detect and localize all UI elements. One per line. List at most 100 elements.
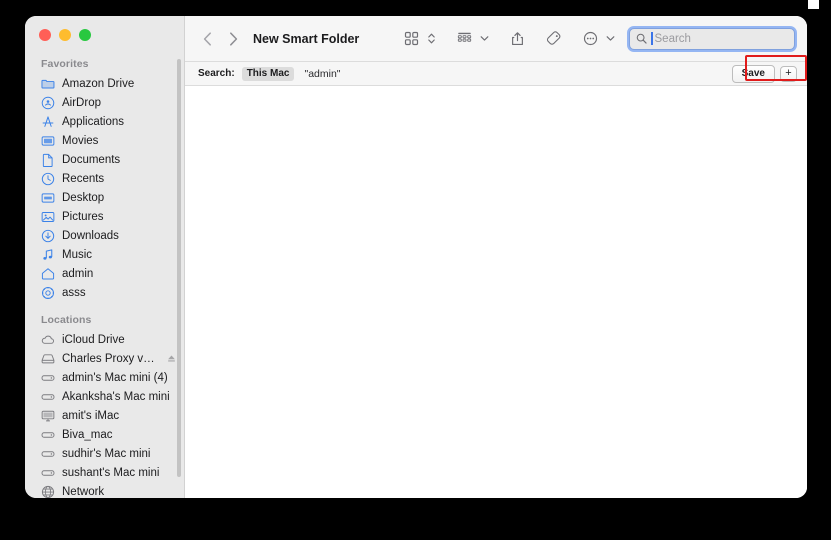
chevron-left-icon [203, 31, 211, 46]
group-by-dropdown-button[interactable] [478, 28, 491, 50]
music-note-icon [43, 248, 53, 260]
sidebar-item-sudhirs-mac-mini[interactable]: sudhir's Mac mini [25, 444, 184, 463]
view-mode-button[interactable] [402, 28, 421, 50]
sidebar-item-label: asss [62, 286, 86, 299]
sidebar-item-applications[interactable]: Applications [25, 112, 184, 131]
window-title: New Smart Folder [253, 31, 360, 46]
view-controls [402, 28, 438, 50]
action-menu-dropdown-button[interactable] [604, 28, 617, 50]
toolbar: New Smart Folder Search [185, 16, 807, 62]
finder-window: Favorites Amazon Drive AirDrop Applicati… [25, 16, 807, 498]
sidebar-item-biva-mac[interactable]: Biva_mac [25, 425, 184, 444]
mac-mini-icon [41, 469, 55, 476]
search-criteria-bar: Search: This Mac "admin" Save + [185, 62, 807, 86]
gear-icon [42, 286, 54, 299]
window-controls [25, 16, 184, 51]
home-icon [41, 267, 55, 279]
view-stepper-button[interactable] [425, 28, 438, 50]
chevron-right-icon [229, 31, 237, 46]
sidebar-item-movies[interactable]: Movies [25, 131, 184, 150]
sidebar-item-downloads[interactable]: Downloads [25, 226, 184, 245]
icon-view-grid-icon [404, 31, 419, 46]
mac-mini-icon [41, 450, 55, 457]
clock-icon [41, 172, 55, 185]
tag-button[interactable] [544, 28, 564, 50]
pictures-icon [41, 211, 55, 222]
sidebar-item-pictures[interactable]: Pictures [25, 207, 184, 226]
sidebar-item-asss[interactable]: asss [25, 283, 184, 302]
sidebar-item-icloud-drive[interactable]: iCloud Drive [25, 330, 184, 349]
sidebar-item-network[interactable]: Network [25, 482, 184, 498]
sidebar-item-label: Music [62, 248, 93, 261]
forward-button[interactable] [223, 28, 243, 50]
group-by-button[interactable] [455, 28, 474, 50]
sidebar-item-recents[interactable]: Recents [25, 169, 184, 188]
sidebar-item-admins-mac-mini[interactable]: admin's Mac mini (4) [25, 368, 184, 387]
chevron-down-icon [606, 36, 615, 41]
sidebar-item-label: AirDrop [62, 96, 101, 109]
zoom-button[interactable] [79, 29, 91, 41]
sidebar-item-akankshas-mac-mini[interactable]: Akanksha's Mac mini [25, 387, 184, 406]
action-menu-button[interactable] [581, 28, 600, 50]
sidebar-item-amits-imac[interactable]: amit's iMac [25, 406, 184, 425]
documents-icon [42, 153, 53, 167]
search-criteria-label: Search: [198, 68, 235, 79]
search-input[interactable]: Search [627, 25, 797, 52]
file-list-empty-area[interactable] [185, 86, 807, 498]
sidebar: Favorites Amazon Drive AirDrop Applicati… [25, 16, 185, 498]
mac-mini-icon [41, 374, 55, 381]
sidebar-item-label: iCloud Drive [62, 333, 125, 346]
sidebar-item-label: admin's Mac mini (4) [62, 371, 168, 384]
sidebar-section-locations-title: Locations [41, 314, 92, 326]
save-button[interactable]: Save [731, 64, 775, 83]
eject-icon[interactable] [167, 354, 176, 363]
sidebar-item-label: Charles Proxy v4.6.5 [62, 352, 160, 365]
sidebar-item-documents[interactable]: Documents [25, 150, 184, 169]
sidebar-item-sushants-mac-mini[interactable]: sushant's Mac mini [25, 463, 184, 482]
sidebar-item-amazon-drive[interactable]: Amazon Drive [25, 74, 184, 93]
sidebar-item-label: Amazon Drive [62, 77, 135, 90]
sidebar-item-admin-home[interactable]: admin [25, 264, 184, 283]
close-button[interactable] [39, 29, 51, 41]
group-by-list-icon [457, 32, 472, 42]
search-query-text[interactable]: "admin" [304, 68, 340, 80]
folder-icon [41, 79, 55, 89]
sidebar-item-label: Documents [62, 153, 121, 166]
share-icon [512, 31, 523, 45]
screen-root: Favorites Amazon Drive AirDrop Applicati… [0, 0, 831, 540]
imac-icon [41, 410, 55, 421]
mac-mini-icon [41, 431, 55, 438]
group-by-controls [455, 28, 491, 50]
minimize-button[interactable] [59, 29, 71, 41]
sidebar-item-music[interactable]: Music [25, 245, 184, 264]
mac-mini-icon [41, 393, 55, 400]
airdrop-icon [41, 96, 55, 109]
downloads-icon [41, 229, 55, 242]
sidebar-scrollbar[interactable] [177, 59, 181, 477]
sidebar-item-label: Network [62, 485, 105, 498]
disk-icon [41, 353, 55, 363]
window-corner-notch [808, 0, 819, 9]
applications-icon [42, 115, 54, 127]
network-globe-icon [41, 485, 55, 498]
sidebar-item-label: Movies [62, 134, 99, 147]
sidebar-item-label: Desktop [62, 191, 105, 204]
sidebar-item-label: sushant's Mac mini [62, 466, 160, 479]
criteria-actions: Save + [731, 64, 797, 83]
sidebar-item-charles-proxy[interactable]: Charles Proxy v4.6.5 [25, 349, 184, 368]
chevron-down-icon [480, 36, 489, 41]
search-scope-this-mac[interactable]: This Mac [241, 66, 295, 81]
text-caret [651, 32, 653, 45]
share-button[interactable] [508, 28, 527, 50]
main-pane: New Smart Folder Search Search: This Mac… [185, 16, 807, 498]
action-menu-controls [581, 28, 617, 50]
sidebar-item-label: Recents [62, 172, 105, 185]
sidebar-item-label: sudhir's Mac mini [62, 447, 151, 460]
back-button[interactable] [197, 28, 217, 50]
sidebar-section-favorites-title: Favorites [41, 58, 89, 70]
sidebar-item-airdrop[interactable]: AirDrop [25, 93, 184, 112]
sidebar-item-desktop[interactable]: Desktop [25, 188, 184, 207]
chevron-up-down-icon [428, 33, 435, 44]
movies-icon [41, 135, 55, 146]
add-criterion-button[interactable]: + [780, 65, 797, 82]
